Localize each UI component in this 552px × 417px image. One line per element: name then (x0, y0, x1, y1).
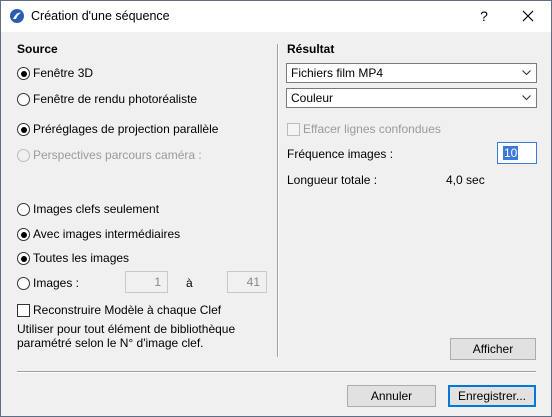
range-from-field[interactable]: 1 (125, 271, 168, 293)
title-bar: Création d'une séquence ? (1, 1, 551, 32)
show-button[interactable]: Afficher (450, 338, 536, 360)
color-select[interactable]: Couleur (286, 88, 537, 108)
erase-lines-checkbox[interactable]: Effacer lignes confondues (287, 122, 507, 138)
radio-label: Préréglages de projection parallèle (33, 122, 219, 136)
window-title: Création d'une séquence (31, 9, 170, 23)
frequency-label: Fréquence images : (287, 147, 394, 161)
radio-label: Images clefs seulement (33, 202, 160, 216)
radio-label: Toutes les images (33, 251, 130, 265)
footer-divider (17, 371, 536, 373)
range-to-field[interactable]: 41 (227, 271, 267, 293)
close-icon (522, 10, 534, 22)
app-logo-icon (10, 9, 24, 23)
radio-label: Avec images intermédiaires (33, 227, 181, 241)
radio-control[interactable] (17, 67, 30, 80)
checkbox-control[interactable] (17, 304, 30, 317)
dialog-window: Création d'une séquence ? Source Fenêtre… (0, 0, 552, 417)
radio-control[interactable] (17, 123, 30, 136)
radio-control[interactable] (17, 93, 30, 106)
save-button[interactable]: Enregistrer... (448, 385, 536, 407)
total-length-value: 4,0 sec (446, 173, 485, 187)
radio-control[interactable] (17, 277, 30, 290)
erase-lines-label: Effacer lignes confondues (303, 122, 441, 136)
rebuild-model-checkbox[interactable]: Reconstruire Modèle à chaque Clef (17, 303, 267, 319)
help-button[interactable]: ? (466, 1, 502, 32)
radio-label: Fenêtre de rendu photoréaliste (33, 92, 198, 106)
close-button[interactable] (506, 1, 551, 32)
radio-label: Perspectives parcours caméra : (33, 148, 202, 162)
total-length-label: Longueur totale : (287, 173, 378, 187)
rebuild-model-label: Reconstruire Modèle à chaque Clef (33, 303, 222, 317)
format-select[interactable]: Fichiers film MP4 (286, 63, 537, 83)
frequency-value: 10 (503, 146, 519, 160)
range-to-label: à (186, 276, 193, 290)
format-select-value: Fichiers film MP4 (291, 66, 384, 80)
column-divider (277, 44, 279, 357)
frequency-input[interactable]: 10 (497, 142, 537, 164)
cancel-button[interactable]: Annuler (347, 385, 436, 407)
radio-control[interactable] (17, 228, 30, 241)
result-heading: Résultat (287, 42, 335, 56)
radio-control[interactable] (17, 149, 30, 162)
radio-control[interactable] (17, 252, 30, 265)
color-select-value: Couleur (291, 91, 334, 105)
library-note: Utiliser pour tout élément de bibliothèq… (17, 322, 236, 350)
source-heading: Source (17, 42, 58, 56)
radio-control[interactable] (17, 203, 30, 216)
chevron-down-icon (522, 95, 531, 101)
checkbox-control[interactable] (287, 123, 300, 136)
radio-label: Fenêtre 3D (33, 66, 94, 80)
radio-label: Images : (33, 276, 80, 290)
chevron-down-icon (522, 70, 531, 76)
